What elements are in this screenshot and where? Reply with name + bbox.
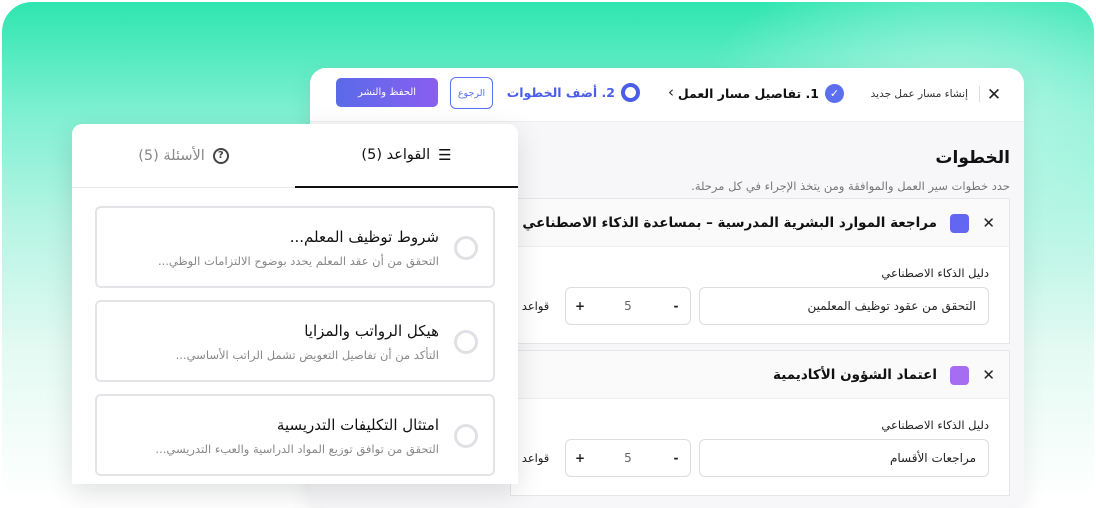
ai-guide-select[interactable]: التحقق من عقود توظيف المعلمين	[699, 287, 989, 325]
rule-title: شروط توظيف المعلم...	[289, 228, 439, 246]
rule-radio[interactable]	[454, 236, 478, 260]
rules-label: قواعد ذ	[513, 299, 550, 313]
rules-questions-panel: ☰ القواعد (5) ? الأسئلة (5) شروط توظيف ا…	[72, 124, 518, 484]
stepper-value: 5	[624, 299, 632, 313]
ai-guide-label: دليل الذكاء الاصطناعي	[881, 418, 989, 432]
ai-guide-select[interactable]: مراجعات الأقسام	[699, 439, 989, 477]
back-button[interactable]: الرجوع	[450, 77, 493, 109]
rule-radio[interactable]	[454, 424, 478, 448]
rule-description: التحقق من أن عقد المعلم يحدد بوضوح الالت…	[157, 254, 439, 268]
step-card-header: ✕ اعتماد الشؤون الأكاديمية	[511, 351, 1009, 399]
check-icon: ✓	[825, 84, 844, 103]
step-color-swatch	[950, 366, 969, 385]
plus-icon[interactable]: +	[566, 299, 594, 313]
chevron-left-icon: ‹	[668, 83, 674, 101]
step-1-label: 1. تفاصيل مسار العمل	[677, 86, 819, 101]
rule-radio[interactable]	[454, 330, 478, 354]
remove-step-icon[interactable]: ✕	[982, 214, 995, 232]
step-card-body: دليل الذكاء الاصطناعي مراجعات الأقسام + …	[511, 399, 1009, 495]
rules-label: قواعد ذ	[513, 451, 550, 465]
rule-card[interactable]: هيكل الرواتب والمزايا التأكد من أن تفاصي…	[95, 300, 495, 382]
minus-icon[interactable]: -	[662, 299, 690, 313]
steps-subheading: حدد خطوات سير العمل والموافقة ومن يتخذ ا…	[691, 179, 1010, 193]
count-stepper[interactable]: + 5 -	[565, 287, 691, 325]
remove-step-icon[interactable]: ✕	[982, 366, 995, 384]
window-topbar: ✕ إنشاء مسار عمل جديد ✓ 1. تفاصيل مسار ا…	[310, 68, 1024, 122]
rule-title: امتثال التكليفات التدريسية	[276, 416, 439, 434]
step-title: مراجعة الموارد البشرية المدرسية – بمساعد…	[522, 215, 937, 231]
stepper-value: 5	[624, 451, 632, 465]
save-publish-button[interactable]: الحفظ والنشر	[336, 78, 438, 107]
count-stepper[interactable]: + 5 -	[565, 439, 691, 477]
rule-title: هيكل الرواتب والمزايا	[304, 322, 439, 340]
ai-guide-label: دليل الذكاء الاصطناعي	[881, 266, 989, 280]
step-color-swatch	[950, 214, 969, 233]
close-icon[interactable]: ✕	[986, 86, 1002, 104]
divider	[979, 86, 980, 102]
step-title: اعتماد الشؤون الأكاديمية	[773, 367, 937, 383]
step-card-header: ✕ مراجعة الموارد البشرية المدرسية – بمسا…	[511, 199, 1009, 247]
panel-tabs: ☰ القواعد (5) ? الأسئلة (5)	[72, 124, 518, 188]
rule-description: التحقق من توافق توزيع المواد الدراسية وا…	[155, 442, 439, 456]
window-title: إنشاء مسار عمل جديد	[870, 88, 968, 100]
step-2-label: 2. أضف الخطوات	[506, 85, 615, 100]
step-card: ✕ مراجعة الموارد البشرية المدرسية – بمسا…	[510, 198, 1010, 344]
tab-rules[interactable]: ☰ القواعد (5)	[295, 124, 518, 188]
current-step-icon	[621, 83, 640, 102]
plus-icon[interactable]: +	[566, 451, 594, 465]
step-card-body: دليل الذكاء الاصطناعي التحقق من عقود توظ…	[511, 247, 1009, 343]
tab-questions-label: الأسئلة (5)	[138, 148, 205, 164]
steps-heading: الخطوات	[935, 148, 1010, 168]
tab-questions[interactable]: ? الأسئلة (5)	[72, 124, 295, 188]
question-circle-icon: ?	[212, 148, 229, 164]
checklist-icon: ☰	[438, 145, 452, 164]
tab-rules-label: القواعد (5)	[361, 147, 431, 163]
rule-description: التأكد من أن تفاصيل التعويض تشمل الراتب …	[175, 348, 439, 362]
step-2-indicator[interactable]: 2. أضف الخطوات	[507, 83, 640, 102]
minus-icon[interactable]: -	[662, 451, 690, 465]
step-card: ✕ اعتماد الشؤون الأكاديمية دليل الذكاء ا…	[510, 350, 1010, 496]
rule-card[interactable]: شروط توظيف المعلم... التحقق من أن عقد ال…	[95, 206, 495, 288]
rule-card[interactable]: امتثال التكليفات التدريسية التحقق من توا…	[95, 394, 495, 476]
step-1-indicator[interactable]: ✓ 1. تفاصيل مسار العمل	[678, 84, 844, 103]
